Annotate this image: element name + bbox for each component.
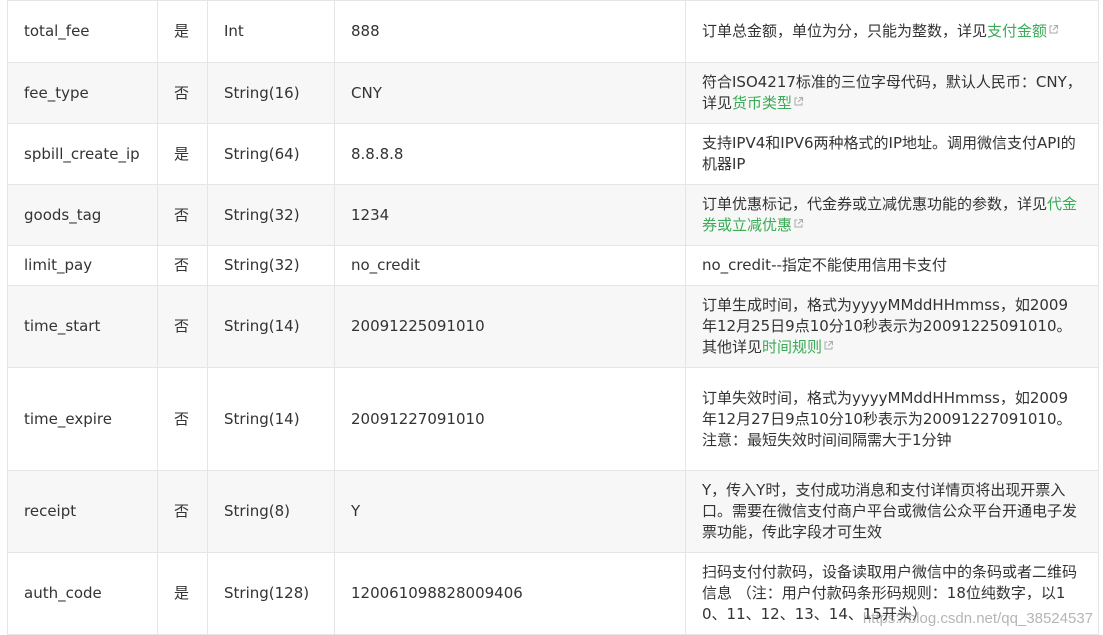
table-row: time_expire 否 String(14) 20091227091010 … bbox=[7, 367, 1099, 471]
param-description: 订单总金额，单位为分，只能为整数，详见支付金额 bbox=[685, 0, 1099, 63]
param-example: Y bbox=[334, 470, 686, 553]
param-description: 扫码支付付款码，设备读取用户微信中的条码或者二维码信息 （注：用户付款码条形码规… bbox=[685, 552, 1099, 635]
description-text: no_credit--指定不能使用信用卡支付 bbox=[702, 256, 947, 274]
param-name: goods_tag bbox=[7, 184, 158, 246]
description-text: 订单生成时间，格式为yyyyMMddHHmmss，如2009年12月25日9点1… bbox=[702, 296, 1072, 356]
table-row: auth_code 是 String(128) 1200610988280094… bbox=[7, 552, 1099, 635]
param-description: 支持IPV4和IPV6两种格式的IP地址。调用微信支付API的机器IP bbox=[685, 123, 1099, 185]
description-text: 订单总金额，单位为分，只能为整数，详见 bbox=[702, 22, 988, 40]
description-text: Y，传入Y时，支付成功消息和支付详情页将出现开票入口。需要在微信支付商户平台或微… bbox=[702, 481, 1078, 541]
param-name: fee_type bbox=[7, 62, 158, 124]
param-type: String(14) bbox=[207, 285, 335, 368]
param-name: time_start bbox=[7, 285, 158, 368]
table-row: total_fee 是 Int 888 订单总金额，单位为分，只能为整数，详见支… bbox=[7, 0, 1099, 63]
param-name: receipt bbox=[7, 470, 158, 553]
param-required: 是 bbox=[157, 0, 208, 63]
external-link-icon[interactable] bbox=[794, 219, 804, 228]
param-example: 20091227091010 bbox=[334, 367, 686, 471]
table-row: time_start 否 String(14) 20091225091010 订… bbox=[7, 285, 1099, 368]
param-type: String(64) bbox=[207, 123, 335, 185]
param-name: auth_code bbox=[7, 552, 158, 635]
param-name: total_fee bbox=[7, 0, 158, 63]
param-example: 120061098828009406 bbox=[334, 552, 686, 635]
param-type: String(16) bbox=[207, 62, 335, 124]
external-link-icon[interactable] bbox=[824, 341, 834, 350]
param-description: 订单失效时间，格式为yyyyMMddHHmmss，如2009年12月27日9点1… bbox=[685, 367, 1099, 471]
api-params-page: total_fee 是 Int 888 订单总金额，单位为分，只能为整数，详见支… bbox=[0, 0, 1103, 635]
param-required: 否 bbox=[157, 62, 208, 124]
param-description: 符合ISO4217标准的三位字母代码，默认人民币：CNY，详见货币类型 bbox=[685, 62, 1099, 124]
param-description: 订单优惠标记，代金券或立减优惠功能的参数，详见代金券或立减优惠 bbox=[685, 184, 1099, 246]
description-text: 支持IPV4和IPV6两种格式的IP地址。调用微信支付API的机器IP bbox=[702, 134, 1076, 173]
param-type: Int bbox=[207, 0, 335, 63]
param-required: 否 bbox=[157, 245, 208, 286]
table-row: receipt 否 String(8) Y Y，传入Y时，支付成功消息和支付详情… bbox=[7, 470, 1099, 553]
doc-link[interactable]: 货币类型 bbox=[732, 94, 792, 112]
param-required: 是 bbox=[157, 123, 208, 185]
param-example: no_credit bbox=[334, 245, 686, 286]
param-type: String(8) bbox=[207, 470, 335, 553]
param-example: CNY bbox=[334, 62, 686, 124]
table-row: fee_type 否 String(16) CNY 符合ISO4217标准的三位… bbox=[7, 62, 1099, 124]
external-link-icon[interactable] bbox=[794, 97, 804, 106]
param-name: spbill_create_ip bbox=[7, 123, 158, 185]
param-type: String(128) bbox=[207, 552, 335, 635]
param-required: 否 bbox=[157, 367, 208, 471]
param-example: 888 bbox=[334, 0, 686, 63]
param-required: 否 bbox=[157, 285, 208, 368]
param-type: String(32) bbox=[207, 245, 335, 286]
param-type: String(14) bbox=[207, 367, 335, 471]
params-table: total_fee 是 Int 888 订单总金额，单位为分，只能为整数，详见支… bbox=[7, 0, 1099, 635]
param-required: 否 bbox=[157, 470, 208, 553]
table-row: goods_tag 否 String(32) 1234 订单优惠标记，代金券或立… bbox=[7, 184, 1099, 246]
param-example: 1234 bbox=[334, 184, 686, 246]
param-example: 20091225091010 bbox=[334, 285, 686, 368]
doc-link[interactable]: 支付金额 bbox=[987, 22, 1047, 40]
external-link-icon[interactable] bbox=[1049, 25, 1059, 34]
param-description: 订单生成时间，格式为yyyyMMddHHmmss，如2009年12月25日9点1… bbox=[685, 285, 1099, 368]
table-row: limit_pay 否 String(32) no_credit no_cred… bbox=[7, 245, 1099, 286]
description-text: 扫码支付付款码，设备读取用户微信中的条码或者二维码信息 （注：用户付款码条形码规… bbox=[702, 563, 1078, 623]
doc-link[interactable]: 时间规则 bbox=[762, 338, 822, 356]
param-required: 否 bbox=[157, 184, 208, 246]
param-description: no_credit--指定不能使用信用卡支付 bbox=[685, 245, 1099, 286]
param-description: Y，传入Y时，支付成功消息和支付详情页将出现开票入口。需要在微信支付商户平台或微… bbox=[685, 470, 1099, 553]
param-required: 是 bbox=[157, 552, 208, 635]
param-example: 8.8.8.8 bbox=[334, 123, 686, 185]
table-row: spbill_create_ip 是 String(64) 8.8.8.8 支持… bbox=[7, 123, 1099, 185]
param-name: time_expire bbox=[7, 367, 158, 471]
param-type: String(32) bbox=[207, 184, 335, 246]
params-table-body: total_fee 是 Int 888 订单总金额，单位为分，只能为整数，详见支… bbox=[7, 0, 1099, 635]
description-text: 订单失效时间，格式为yyyyMMddHHmmss，如2009年12月27日9点1… bbox=[702, 388, 1072, 449]
description-text: 订单优惠标记，代金券或立减优惠功能的参数，详见 bbox=[702, 195, 1048, 213]
param-name: limit_pay bbox=[7, 245, 158, 286]
